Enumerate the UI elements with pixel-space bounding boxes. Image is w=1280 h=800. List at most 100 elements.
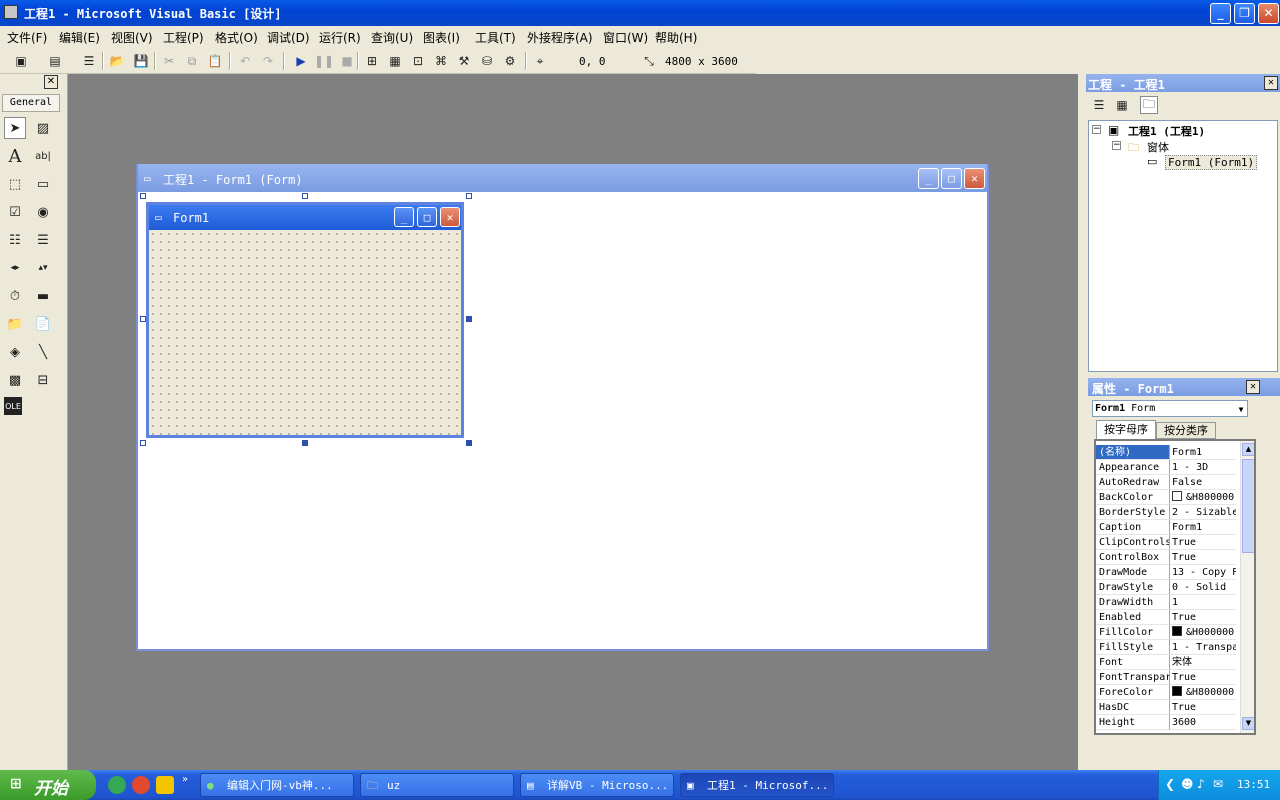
- form1-close-button[interactable]: ✕: [440, 207, 460, 227]
- menu-tools[interactable]: 工具(T): [475, 29, 516, 46]
- browser-quicklaunch-icon[interactable]: [132, 776, 150, 794]
- pointer-tool-icon[interactable]: ➤: [4, 117, 26, 139]
- project-panel-close-icon[interactable]: ✕: [1264, 76, 1278, 90]
- start-button[interactable]: ⊞ 开始: [0, 770, 96, 800]
- ie-quicklaunch-icon[interactable]: [108, 776, 126, 794]
- paste-icon[interactable]: 📋: [206, 52, 224, 70]
- resize-handle[interactable]: [302, 440, 308, 446]
- property-row[interactable]: BorderStyle 2 - Sizable: [1096, 505, 1240, 520]
- property-value[interactable]: True: [1170, 670, 1236, 685]
- property-row[interactable]: HasDC True: [1096, 700, 1240, 715]
- property-row[interactable]: Caption Form1: [1096, 520, 1240, 535]
- project-explorer-icon[interactable]: ⊞: [363, 52, 381, 70]
- menu-file[interactable]: 文件(F): [7, 29, 47, 46]
- add-form-icon[interactable]: ▤: [46, 52, 64, 70]
- property-value[interactable]: 1 - Transparent: [1170, 640, 1236, 655]
- menu-view[interactable]: 视图(V): [111, 29, 153, 46]
- property-value[interactable]: True: [1170, 535, 1236, 550]
- taskbar-item-0[interactable]: ● 编辑入门网-vb神...: [200, 773, 354, 797]
- menu-debug[interactable]: 调试(D): [267, 29, 310, 46]
- property-value[interactable]: 2 - Sizable: [1170, 505, 1236, 520]
- menu-project[interactable]: 工程(P): [163, 29, 204, 46]
- property-value[interactable]: Form1: [1170, 520, 1236, 535]
- property-value[interactable]: &H800000: [1170, 490, 1236, 505]
- property-row[interactable]: FontTransparentTrue: [1096, 670, 1240, 685]
- property-row[interactable]: FillStyle1 - Transparent: [1096, 640, 1240, 655]
- qq-tray-icon[interactable]: ☻: [1181, 777, 1194, 791]
- property-scrollbar[interactable]: ▲ ▼: [1240, 441, 1254, 733]
- listbox-tool-icon[interactable]: ☰: [32, 229, 54, 251]
- volume-tray-icon[interactable]: ♪: [1197, 777, 1205, 791]
- property-row[interactable]: Font 宋体: [1096, 655, 1240, 670]
- property-row[interactable]: Enabled True: [1096, 610, 1240, 625]
- menu-addins[interactable]: 外接程序(A): [527, 29, 593, 46]
- property-value[interactable]: True: [1170, 700, 1236, 715]
- form1-window[interactable]: ▭ Form1 _ □ ✕: [146, 202, 464, 438]
- vb-app-icon[interactable]: [4, 5, 18, 19]
- picturebox-tool-icon[interactable]: ▨: [32, 117, 54, 139]
- tray-expand-icon[interactable]: ❮: [1165, 777, 1175, 791]
- redo-icon[interactable]: ↷: [259, 52, 277, 70]
- optionbutton-tool-icon[interactable]: ◉: [32, 201, 54, 223]
- resize-handle[interactable]: [466, 316, 472, 322]
- toolbox-tab-general[interactable]: General: [2, 94, 60, 112]
- property-value[interactable]: 1 - 3D: [1170, 460, 1236, 475]
- label-tool-icon[interactable]: A: [4, 145, 26, 167]
- save-project-icon[interactable]: 💾: [132, 52, 150, 70]
- form1-maximize-button[interactable]: □: [417, 207, 437, 227]
- property-value[interactable]: False: [1170, 475, 1236, 490]
- property-row[interactable]: DrawStyle 0 - Solid: [1096, 580, 1240, 595]
- ole-tool-icon[interactable]: OLE: [4, 397, 22, 415]
- hscrollbar-tool-icon[interactable]: ◂▸: [4, 257, 26, 279]
- textbox-tool-icon[interactable]: ab|: [32, 145, 54, 167]
- tree-collapse-icon[interactable]: −: [1092, 125, 1101, 134]
- object-browser-icon[interactable]: ⌘: [432, 52, 450, 70]
- commandbutton-tool-icon[interactable]: ▭: [32, 173, 54, 195]
- property-row[interactable]: ForeColor &H800000: [1096, 685, 1240, 700]
- property-row[interactable]: DrawMode13 - Copy Pen: [1096, 565, 1240, 580]
- toggle-folders-icon[interactable]: 🗀: [1140, 96, 1158, 114]
- tab-categorized[interactable]: 按分类序: [1156, 422, 1216, 439]
- add-project-icon[interactable]: ▣: [12, 52, 30, 70]
- property-value[interactable]: Form1: [1170, 445, 1236, 460]
- minimize-button[interactable]: _: [1210, 3, 1231, 24]
- taskbar-item-2[interactable]: ▤ 详解VB - Microso...: [520, 773, 674, 797]
- property-value[interactable]: True: [1170, 550, 1236, 565]
- tree-form1-item[interactable]: Form1 (Form1): [1165, 155, 1258, 170]
- property-value[interactable]: &H800000: [1170, 685, 1236, 700]
- tree-collapse-icon[interactable]: −: [1112, 141, 1121, 150]
- data-tool-icon[interactable]: ⊟: [32, 369, 54, 391]
- menu-editor-icon[interactable]: ☰: [80, 52, 98, 70]
- property-row[interactable]: AutoRedraw False: [1096, 475, 1240, 490]
- copy-icon[interactable]: ⧉: [183, 52, 201, 70]
- designer-close-button[interactable]: ✕: [964, 168, 985, 189]
- component-manager-icon[interactable]: ⚙: [501, 52, 519, 70]
- property-row[interactable]: (名称) Form1: [1096, 445, 1240, 460]
- designer-maximize-button[interactable]: □: [941, 168, 962, 189]
- menu-window[interactable]: 窗口(W): [603, 29, 648, 46]
- property-row[interactable]: Appearance 1 - 3D: [1096, 460, 1240, 475]
- vscrollbar-tool-icon[interactable]: ▴▾: [32, 257, 54, 279]
- open-project-icon[interactable]: 📂: [108, 52, 126, 70]
- tree-forms-folder[interactable]: 窗体: [1147, 139, 1169, 155]
- mail-tray-icon[interactable]: ✉: [1213, 777, 1223, 791]
- property-row[interactable]: FillColor &H000000: [1096, 625, 1240, 640]
- menu-query[interactable]: 查询(U): [371, 29, 413, 46]
- menu-format[interactable]: 格式(O): [215, 29, 258, 46]
- form1-design-grid[interactable]: [149, 230, 461, 435]
- menu-run[interactable]: 运行(R): [319, 29, 361, 46]
- menu-diagram[interactable]: 图表(I): [423, 29, 460, 46]
- drivelistbox-tool-icon[interactable]: ▬: [32, 285, 54, 307]
- undo-icon[interactable]: ↶: [236, 52, 254, 70]
- pause-icon[interactable]: ❚❚: [314, 52, 334, 70]
- scroll-thumb[interactable]: [1242, 459, 1254, 553]
- run-icon[interactable]: ▶: [292, 52, 310, 70]
- close-button[interactable]: ✕: [1258, 3, 1279, 24]
- menu-help[interactable]: 帮助(H): [655, 29, 697, 46]
- taskbar-item-3[interactable]: ▣ 工程1 - Microsof...: [680, 773, 834, 797]
- combobox-tool-icon[interactable]: ☷: [4, 229, 26, 251]
- view-object-icon[interactable]: ▦: [1113, 96, 1131, 114]
- frame-tool-icon[interactable]: ⬚: [4, 173, 26, 195]
- property-value[interactable]: 13 - Copy Pen: [1170, 565, 1236, 580]
- property-row[interactable]: Height 3600: [1096, 715, 1240, 730]
